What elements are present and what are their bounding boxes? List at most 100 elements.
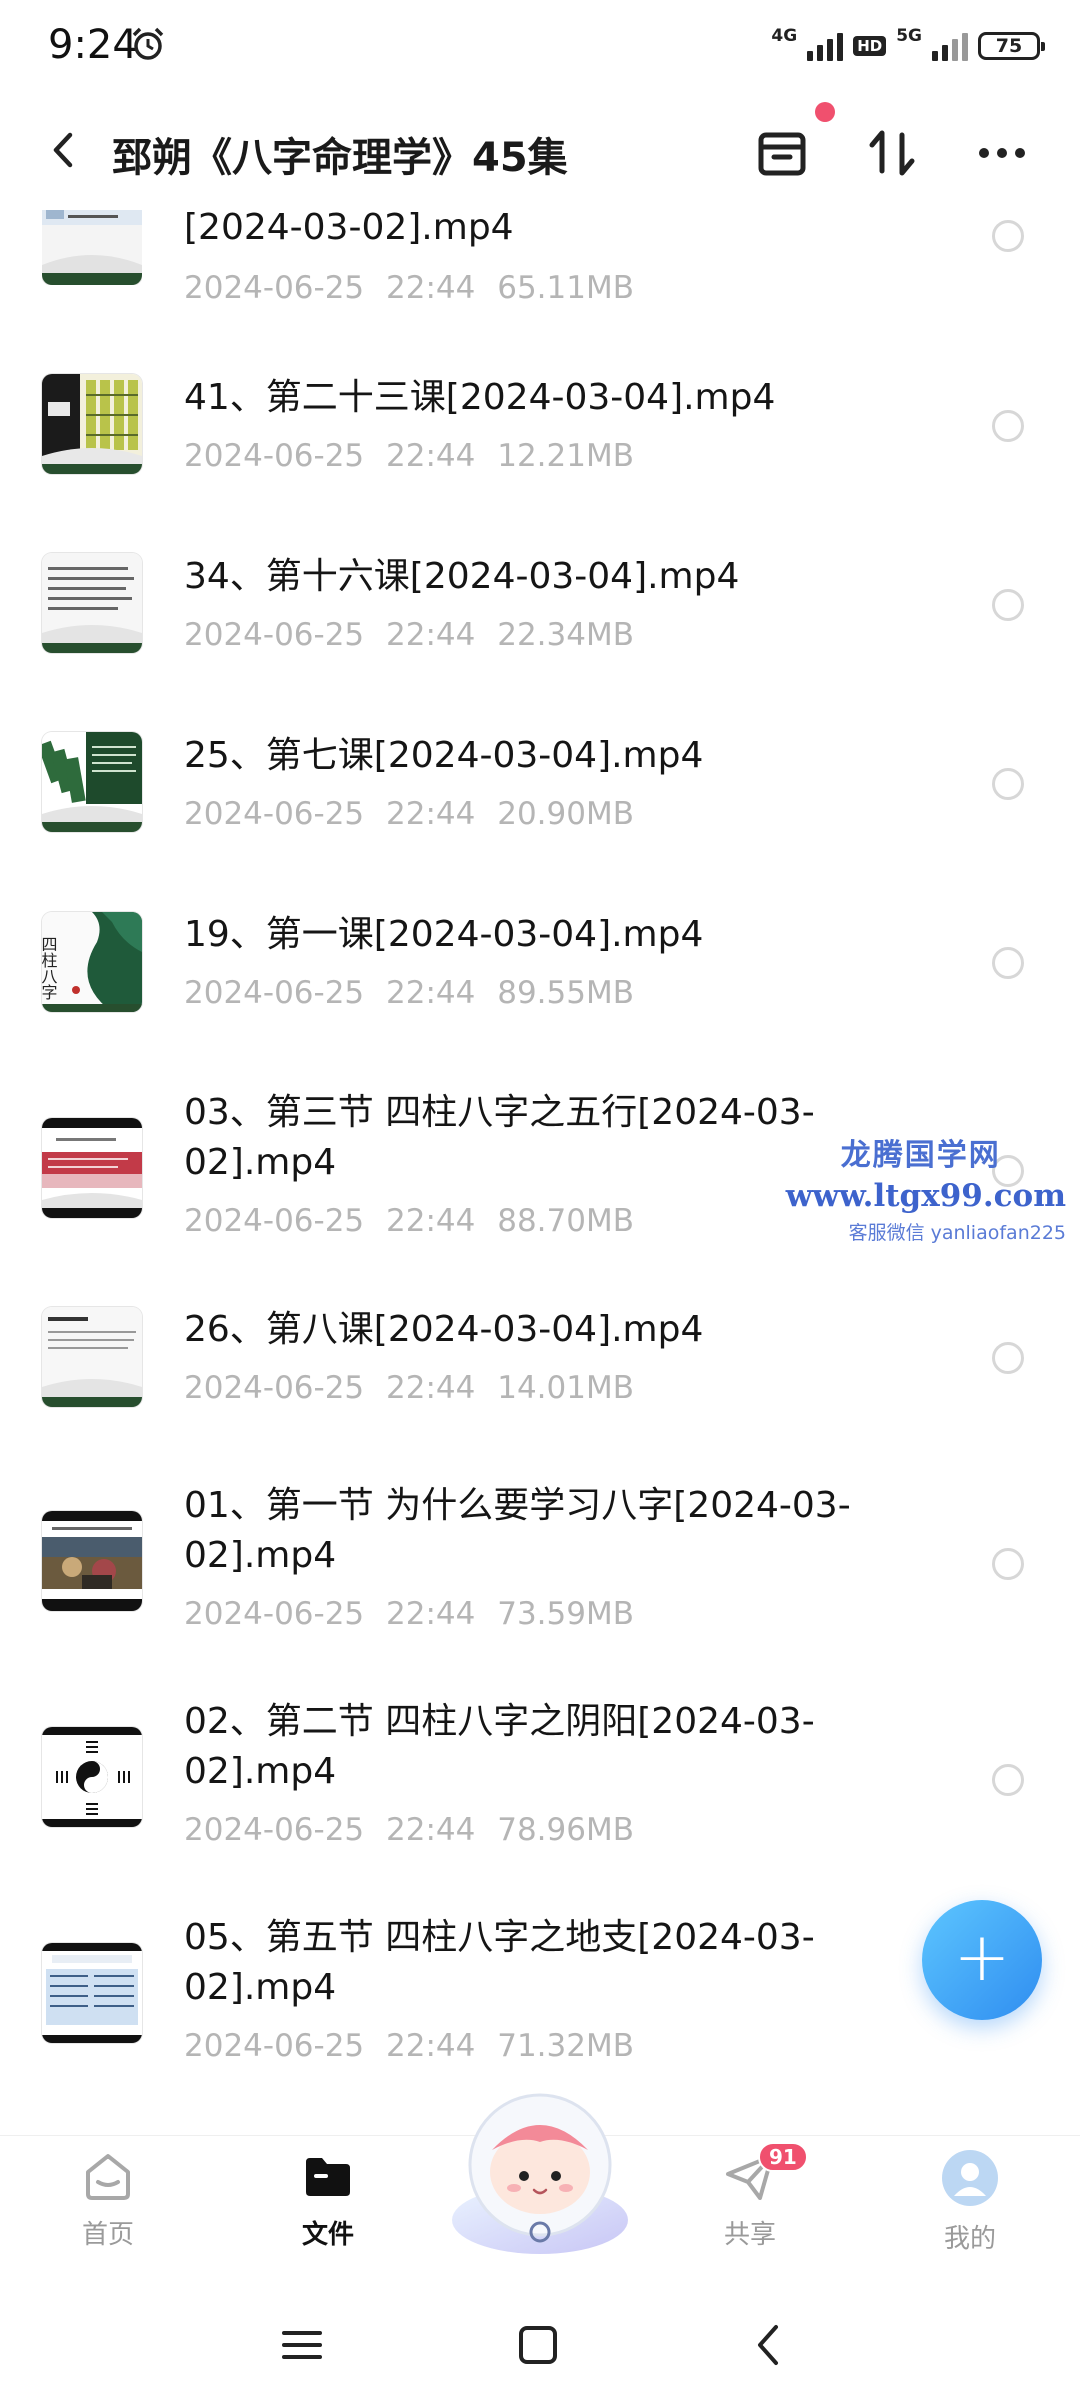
file-meta: 2024-06-25 22:44 65.11MB — [184, 270, 634, 306]
video-thumbnail — [42, 374, 142, 474]
select-radio[interactable] — [992, 1342, 1024, 1374]
home-square-icon[interactable] — [508, 2315, 568, 2375]
video-thumbnail — [42, 1307, 142, 1407]
file-date: 2024-06-25 — [184, 1596, 365, 1632]
select-radio[interactable] — [992, 589, 1024, 621]
file-size: 71.32MB — [497, 2028, 634, 2064]
select-radio[interactable] — [992, 768, 1024, 800]
home-icon — [86, 2154, 130, 2200]
file-meta: 2024-06-25 22:44 73.59MB — [184, 1596, 634, 1632]
select-radio[interactable] — [992, 220, 1024, 252]
video-thumbnail — [42, 1727, 142, 1827]
status-indicators: 4G HD 5G 75 — [771, 26, 1045, 66]
file-date: 2024-06-25 — [184, 796, 365, 832]
watermark-url: www.ltgx99.com — [785, 1178, 1066, 1214]
select-radio[interactable] — [992, 410, 1024, 442]
nav-label: 共享 — [723, 2220, 776, 2250]
file-meta: 2024-06-25 22:44 12.21MB — [184, 438, 634, 474]
file-time: 22:44 — [386, 975, 476, 1011]
signal-icon — [807, 31, 844, 61]
video-thumbnail — [42, 1511, 142, 1611]
file-meta: 2024-06-25 22:44 78.96MB — [184, 1812, 634, 1848]
network-type-label: 5G — [896, 26, 922, 46]
system-navigation-bar — [0, 2275, 1080, 2400]
file-meta: 2024-06-25 22:44 71.32MB — [184, 2028, 634, 2064]
nav-item-files[interactable]: 文件 — [258, 2148, 398, 2251]
share-badge: 91 — [758, 2142, 808, 2172]
more-icon[interactable] — [972, 123, 1032, 183]
file-size: 22.34MB — [497, 617, 634, 653]
file-date: 2024-06-25 — [184, 617, 365, 653]
file-time: 22:44 — [386, 1370, 476, 1406]
file-name: 26、第八课[2024-03-04].mp4 — [184, 1309, 704, 1350]
hd-badge: HD — [853, 36, 887, 56]
file-size: 73.59MB — [497, 1596, 634, 1632]
system-back-icon[interactable] — [740, 2315, 800, 2375]
back-button[interactable] — [38, 125, 88, 175]
file-name: 19、第一课[2024-03-04].mp4 — [184, 914, 704, 955]
file-name: 03、第三节 四柱八字之五行[2024-03-02].mp4 — [184, 1092, 815, 1183]
recents-menu-icon[interactable] — [272, 2315, 332, 2375]
file-size: 20.90MB — [497, 796, 634, 832]
select-radio[interactable] — [992, 947, 1024, 979]
status-time: 9:24 — [48, 22, 138, 68]
status-bar: 9:24 4G HD 5G 75 — [0, 0, 1080, 95]
video-thumbnail — [42, 553, 142, 653]
select-radio[interactable] — [992, 1764, 1024, 1796]
file-meta: 2024-06-25 22:44 20.90MB — [184, 796, 634, 832]
file-time: 22:44 — [386, 1203, 476, 1239]
file-meta: 2024-06-25 22:44 89.55MB — [184, 975, 634, 1011]
file-meta: 2024-06-25 22:44 14.01MB — [184, 1370, 634, 1406]
watermark: 龙腾国学网 www.ltgx99.com 客服微信 yanliaofan225 — [786, 1130, 1066, 1245]
battery-icon: 75 — [978, 32, 1045, 60]
sort-icon[interactable] — [862, 123, 922, 183]
file-size: 12.21MB — [497, 438, 634, 474]
video-thumbnail: 四柱八字 — [42, 912, 142, 1012]
nav-item-profile[interactable]: 我的 — [900, 2148, 1040, 2255]
signal-icon — [932, 31, 968, 61]
archive-icon[interactable] — [752, 123, 812, 183]
add-button[interactable]: + — [922, 1900, 1042, 2020]
file-name: [2024-03-02].mp4 — [184, 207, 514, 248]
file-size: 65.11MB — [497, 270, 634, 306]
file-time: 22:44 — [386, 1596, 476, 1632]
file-date: 2024-06-25 — [184, 1203, 365, 1239]
file-meta: 2024-06-25 22:44 88.70MB — [184, 1203, 634, 1239]
file-date: 2024-06-25 — [184, 1812, 365, 1848]
nav-item-home[interactable]: 首页 — [38, 2148, 178, 2251]
notification-dot — [815, 102, 835, 122]
watermark-contact: 客服微信 yanliaofan225 — [848, 1222, 1066, 1244]
file-date: 2024-06-25 — [184, 438, 365, 474]
nav-label: 文件 — [301, 2220, 354, 2250]
file-date: 2024-06-25 — [184, 1370, 365, 1406]
nav-item-share[interactable]: 91 共享 — [680, 2142, 820, 2251]
file-time: 22:44 — [386, 2028, 476, 2064]
assistant-mascot-icon[interactable] — [440, 2080, 640, 2255]
file-name: 34、第十六课[2024-03-04].mp4 — [184, 556, 740, 597]
file-size: 78.96MB — [497, 1812, 634, 1848]
profile-icon — [942, 2150, 998, 2206]
file-time: 22:44 — [386, 1812, 476, 1848]
file-meta: 2024-06-25 22:44 22.34MB — [184, 617, 634, 653]
folder-icon — [306, 2158, 350, 2196]
file-size: 88.70MB — [497, 1203, 634, 1239]
file-size: 89.55MB — [497, 975, 634, 1011]
file-name: 02、第二节 四柱八字之阴阳[2024-03-02].mp4 — [184, 1701, 815, 1792]
file-name: 41、第二十三课[2024-03-04].mp4 — [184, 377, 776, 418]
file-name: 25、第七课[2024-03-04].mp4 — [184, 735, 704, 776]
file-name: 01、第一节 为什么要学习八字[2024-03-02].mp4 — [184, 1485, 851, 1576]
file-name: 05、第五节 四柱八字之地支[2024-03-02].mp4 — [184, 1917, 815, 2008]
file-time: 22:44 — [386, 617, 476, 653]
file-time: 22:44 — [386, 438, 476, 474]
thumb-caption: 四柱八字 — [42, 936, 58, 1000]
file-size: 14.01MB — [497, 1370, 634, 1406]
file-date: 2024-06-25 — [184, 270, 365, 306]
file-date: 2024-06-25 — [184, 975, 365, 1011]
video-thumbnail — [42, 732, 142, 832]
file-time: 22:44 — [386, 270, 476, 306]
file-list[interactable]: [2024-03-02].mp4 2024-06-25 22:44 65.11M… — [0, 0, 1080, 2130]
select-radio[interactable] — [992, 1548, 1024, 1580]
nav-label: 首页 — [81, 2220, 134, 2250]
file-time: 22:44 — [386, 796, 476, 832]
video-thumbnail — [42, 1118, 142, 1218]
